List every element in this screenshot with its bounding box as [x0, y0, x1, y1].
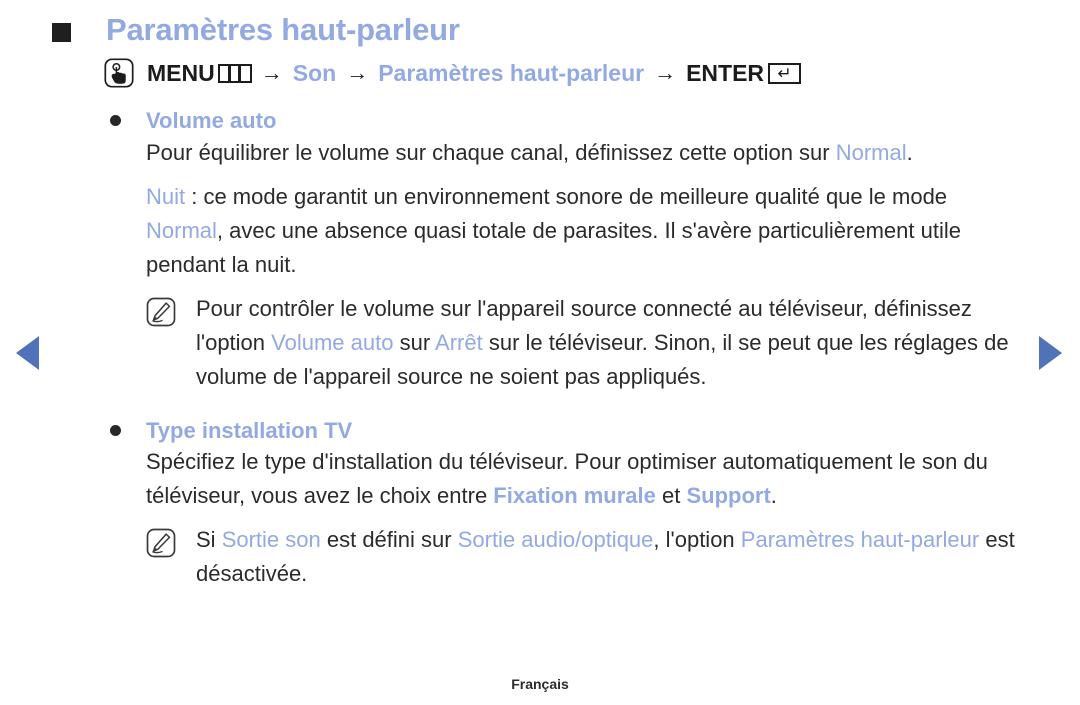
- term-sortie-audio-optique: Sortie audio/optique: [457, 527, 654, 553]
- term-volume-auto: Volume auto: [271, 329, 394, 355]
- text-fragment: est défini sur: [320, 527, 458, 553]
- section-volume-auto: Volume auto: [104, 106, 1025, 136]
- note-volume-auto: Pour contrôler le volume sur l'appareil …: [104, 292, 1025, 394]
- enter-key-glyph: ↵: [777, 63, 792, 83]
- term-sortie-son: Sortie son: [221, 527, 321, 553]
- text-fragment: Si: [196, 527, 222, 553]
- manual-page: Paramètres haut-parleur MENU → Son → Par…: [0, 0, 1080, 705]
- note-pencil-icon: [146, 297, 176, 327]
- text-fragment: Pour équilibrer le volume sur chaque can…: [146, 139, 836, 165]
- prev-page-arrow-icon[interactable]: [16, 336, 39, 370]
- term-parametres-haut-parleur: Paramètres haut-parleur: [740, 527, 980, 553]
- menu-path-breadcrumb: MENU → Son → Paramètres haut-parleur → E…: [104, 58, 1025, 88]
- menu-path-item-speaker-settings[interactable]: Paramètres haut-parleur: [378, 61, 644, 85]
- term-normal: Normal: [146, 217, 217, 243]
- enter-key-icon: ↵: [768, 62, 802, 84]
- path-arrow-1: →: [260, 60, 283, 85]
- menu-label: MENU: [147, 59, 215, 86]
- paragraph-volume-auto-2: Nuit : ce mode garantit un environnement…: [104, 180, 1025, 282]
- text-fragment: .: [906, 139, 913, 165]
- term-support: Support: [686, 483, 771, 509]
- note-tv-installation: Si Sortie son est défini sur Sortie audi…: [104, 523, 1025, 591]
- text-fragment: , avec une absence quasi totale de paras…: [146, 217, 961, 277]
- note-pencil-icon: [146, 528, 176, 558]
- path-arrow-2: →: [346, 60, 369, 85]
- page-title-text: Paramètres haut-parleur: [106, 12, 460, 47]
- paragraph-volume-auto-1: Pour équilibrer le volume sur chaque can…: [104, 136, 1025, 170]
- text-fragment: sur: [393, 329, 436, 355]
- title-square-icon: [52, 22, 71, 42]
- bullet-dot-icon: [110, 424, 121, 436]
- footer-language: Français: [511, 676, 569, 692]
- text-fragment: et: [655, 483, 687, 509]
- path-arrow-3: →: [654, 60, 677, 85]
- paragraph-tv-installation-1: Spécifiez le type d'installation du télé…: [104, 445, 1025, 513]
- text-fragment: .: [770, 483, 777, 509]
- text-fragment: , l'option: [653, 527, 741, 553]
- text-fragment: : ce mode garantit un environnement sono…: [185, 183, 948, 209]
- term-normal: Normal: [835, 139, 907, 165]
- menu-path-item-son[interactable]: Son: [293, 61, 336, 85]
- bullet-dot-icon: [110, 115, 121, 126]
- section-title-volume-auto: Volume auto: [146, 108, 277, 133]
- page-content: MENU → Son → Paramètres haut-parleur → E…: [104, 58, 1025, 591]
- term-arret: Arrêt: [435, 329, 483, 355]
- term-nuit: Nuit: [146, 183, 186, 209]
- note-text-tv-installation: Si Sortie son est défini sur Sortie audi…: [196, 523, 1025, 591]
- section-tv-installation-type: Type installation TV: [104, 416, 1025, 446]
- enter-label: ENTER: [686, 59, 765, 86]
- term-fixation-murale: Fixation murale: [493, 483, 656, 509]
- next-page-arrow-icon[interactable]: [1039, 336, 1062, 370]
- page-title: Paramètres haut-parleur: [52, 12, 1020, 48]
- menu-key-icon: [217, 63, 252, 83]
- section-title-tv-installation-type: Type installation TV: [146, 417, 353, 443]
- touch-hand-icon: [104, 58, 134, 88]
- note-text-volume-auto: Pour contrôler le volume sur l'appareil …: [196, 292, 1025, 394]
